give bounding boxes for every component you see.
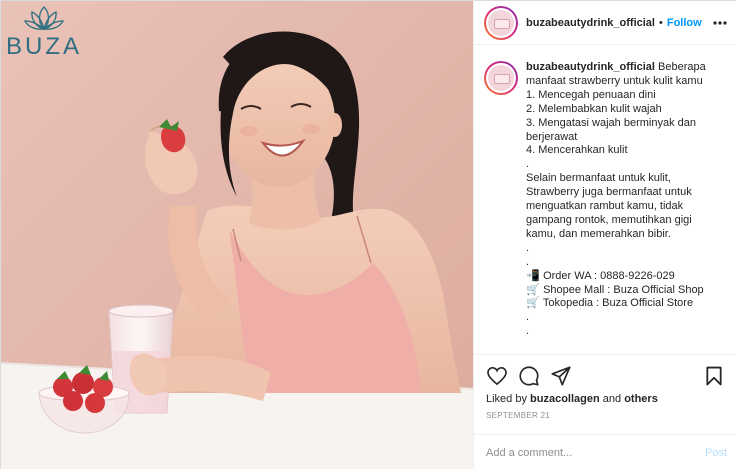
instagram-post: BUZA buzabeautydrink_official • Follow b…: [0, 0, 736, 469]
caption-line: 2. Melembabkan kulit wajah: [526, 102, 662, 115]
caption-line: .: [526, 241, 530, 254]
caption-line: 3. Mengatasi wajah berminyak dan: [526, 116, 696, 129]
caption-first-line: buzabeautydrink_official Beberapa: [526, 61, 706, 75]
heart-icon[interactable]: [486, 365, 508, 387]
lotus-logo-icon: [24, 6, 64, 30]
share-icon[interactable]: [550, 365, 572, 387]
cart-icon: 🛒: [526, 297, 540, 310]
caption-line: kamu, dan memerahkan bibir.: [526, 227, 671, 240]
comment-icon[interactable]: [518, 365, 540, 387]
bookmark-icon[interactable]: [703, 365, 725, 387]
caption-line: manfaat strawberry untuk kulit kamu: [526, 74, 703, 87]
caption-line: 4. Mencerahkan kulit: [526, 144, 628, 157]
comment-box: Post: [474, 434, 736, 469]
post-photo[interactable]: BUZA: [1, 1, 473, 469]
post-side-panel: buzabeautydrink_official • Follow buzabe…: [473, 1, 736, 469]
likes-prefix: Liked by: [486, 393, 531, 405]
caption-line: Strawberry juga bermanfaat untuk: [526, 186, 692, 199]
caption-area: buzabeautydrink_official Beberapa manfaa…: [474, 45, 736, 354]
brand-name: BUZA: [5, 33, 82, 60]
header-username[interactable]: buzabeautydrink_official: [526, 17, 655, 29]
cart-icon: 🛒: [526, 283, 540, 296]
likes-others[interactable]: others: [624, 393, 658, 405]
caption-line: berjerawat: [526, 130, 578, 143]
liked-by-user[interactable]: buzacollagen: [530, 393, 600, 405]
caption-contact-line: 🛒 Shopee Mall : Buza Official Shop: [526, 284, 706, 298]
action-row: [486, 363, 725, 389]
contact-text: Tokopedia : Buza Official Store: [542, 297, 694, 310]
more-options-icon[interactable]: [712, 15, 728, 31]
caption-text: buzabeautydrink_official Beberapa manfaa…: [526, 61, 706, 354]
caption-line: .: [526, 311, 530, 324]
caption-line: .: [526, 158, 530, 171]
caption-line: 1. Mencegah penuaan dini: [526, 88, 656, 101]
avatar[interactable]: [484, 5, 518, 40]
caption-line: gampang rontok, memutihkan gigi: [526, 213, 692, 226]
caption-contact-line: 📲 Order WA : 0888-9226-029: [526, 270, 706, 284]
caption-line: .: [526, 255, 530, 268]
likes-suffix: and: [599, 393, 625, 405]
caption-avatar[interactable]: [484, 61, 518, 95]
post-comment-button[interactable]: Post: [705, 447, 727, 459]
caption-contact-line: 🛒 Tokopedia : Buza Official Store: [526, 297, 706, 311]
post-date[interactable]: SEPTEMBER 21: [486, 411, 725, 420]
brand-logo: BUZA: [5, 5, 83, 60]
caption-line: Selain bermanfaat untuk kulit,: [526, 172, 671, 185]
post-header: buzabeautydrink_official • Follow: [474, 1, 736, 45]
caption-line: menguatkan rambut kamu, tidak: [526, 200, 684, 213]
phone-icon: 📲: [526, 269, 540, 282]
post-actions: Liked by buzacollagen and others SEPTEMB…: [474, 354, 736, 420]
photo-illustration: [1, 1, 473, 469]
caption-username[interactable]: buzabeautydrink_official: [526, 61, 655, 73]
caption-line: .: [526, 325, 530, 338]
contact-text: Order WA : 0888-9226-029: [543, 269, 675, 282]
separator-dot: •: [658, 16, 663, 29]
likes-summary: Liked by buzacollagen and others: [486, 393, 725, 405]
comment-input[interactable]: [486, 446, 705, 459]
contact-text: Shopee Mall : Buza Official Shop: [543, 283, 704, 296]
follow-button[interactable]: Follow: [667, 17, 702, 29]
caption-intro: Beberapa: [654, 61, 706, 73]
